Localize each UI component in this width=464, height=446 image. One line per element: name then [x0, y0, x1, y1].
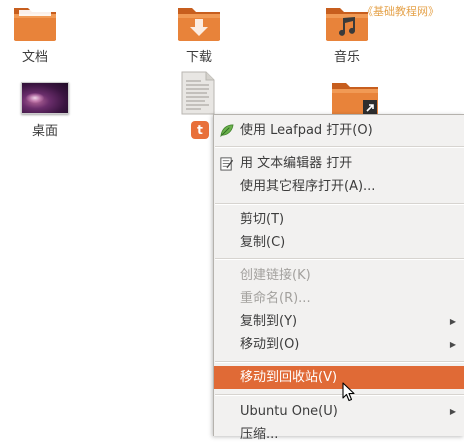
leafpad-icon	[220, 124, 234, 138]
wallpaper-thumbnail	[21, 82, 69, 114]
link-folder-icon[interactable]	[331, 80, 379, 116]
menu-separator	[215, 203, 464, 205]
desktop-item-label: 下载	[185, 50, 212, 65]
desktop-item-desktop[interactable]: 桌面	[10, 76, 80, 140]
desktop-folder-downloads[interactable]: 下载	[164, 2, 234, 66]
download-folder-icon	[178, 8, 220, 41]
menu-item-label: 复制到(Y)	[240, 314, 298, 329]
menu-item-open-with-text-editor[interactable]: 用 文本编辑器 打开	[214, 152, 464, 175]
submenu-arrow-icon: ▶	[449, 407, 456, 416]
menu-item-move-to[interactable]: 移动到(O) ▶	[214, 333, 464, 356]
menu-item-cut[interactable]: 剪切(T)	[214, 208, 464, 231]
menu-item-label: 重命名(R)...	[240, 291, 311, 306]
menu-separator	[215, 258, 464, 260]
menu-item-label: 创建链接(K)	[240, 268, 311, 283]
menu-item-rename: 重命名(R)...	[214, 287, 464, 310]
menu-item-copy-to[interactable]: 复制到(Y) ▶	[214, 310, 464, 333]
file-label-badge: t	[191, 121, 209, 139]
menu-item-copy[interactable]: 复制(C)	[214, 231, 464, 254]
desktop-item-label: 音乐	[333, 50, 360, 65]
menu-item-label: 移动到回收站(V)	[240, 370, 338, 385]
desktop-folder-documents[interactable]: 文档	[0, 2, 70, 66]
menu-item-label: 压缩...	[240, 427, 279, 442]
menu-item-move-to-trash[interactable]: 移动到回收站(V)	[214, 366, 464, 389]
desktop-folder-music[interactable]: 音乐	[312, 2, 382, 66]
menu-separator	[215, 146, 464, 148]
menu-separator	[215, 394, 464, 396]
menu-item-label: 使用 Leafpad 打开(O)	[240, 123, 373, 138]
folder-icon	[14, 8, 56, 41]
menu-item-label: 复制(C)	[240, 235, 286, 250]
text-editor-icon	[220, 157, 234, 171]
submenu-arrow-icon: ▶	[449, 340, 456, 349]
menu-item-label: 用 文本编辑器 打开	[240, 156, 353, 171]
menu-item-label: 移动到(O)	[240, 337, 300, 352]
menu-item-create-link: 创建链接(K)	[214, 264, 464, 287]
menu-item-label: 使用其它程序打开(A)...	[240, 179, 376, 194]
music-folder-icon	[326, 8, 368, 41]
menu-item-compress[interactable]: 压缩...	[214, 423, 464, 446]
desktop-item-label: 文档	[21, 50, 48, 65]
mouse-cursor-icon	[342, 382, 355, 402]
menu-item-ubuntu-one[interactable]: Ubuntu One(U) ▶	[214, 400, 464, 423]
text-file-icon[interactable]	[181, 71, 215, 115]
menu-item-open-with-other[interactable]: 使用其它程序打开(A)...	[214, 175, 464, 198]
desktop-item-label: 桌面	[31, 124, 58, 139]
menu-separator	[215, 361, 464, 363]
menu-item-label: 剪切(T)	[240, 212, 285, 227]
context-menu: 使用 Leafpad 打开(O) 用 文本编辑器 打开 使用其它程序打开(A).…	[213, 114, 464, 442]
menu-item-open-with-leafpad[interactable]: 使用 Leafpad 打开(O)	[214, 119, 464, 142]
menu-item-label: Ubuntu One(U)	[240, 404, 338, 419]
submenu-arrow-icon: ▶	[449, 317, 456, 326]
